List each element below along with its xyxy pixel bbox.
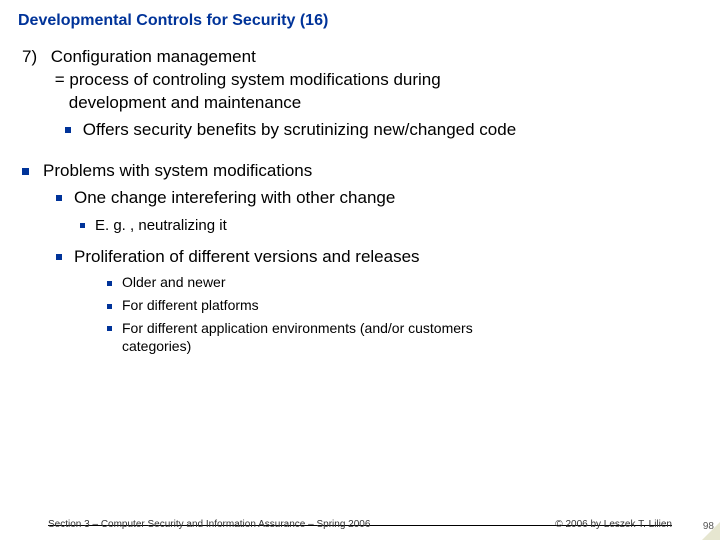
problems-sub2-item3-line1: For different application environments (…: [122, 320, 473, 336]
bullet-icon: [107, 304, 112, 309]
footer: Section 3 – Computer Security and Inform…: [0, 525, 720, 530]
problems-sub2-item3-line2: categories): [107, 337, 698, 356]
problems-sub1-text: One change interefering with other chang…: [74, 188, 395, 207]
footer-right-text: © 2006 by Leszek T. Lilien: [555, 519, 672, 530]
item-def-line2: development and maintenance: [51, 93, 302, 112]
problems-sub2-item2: For different platforms: [22, 296, 698, 315]
footer-left-text: Section 3 – Computer Security and Inform…: [48, 519, 370, 530]
bullet-icon: [107, 281, 112, 286]
bullet-icon: [56, 254, 62, 260]
bullet-icon: [65, 127, 71, 133]
problems-sub1-eg-text: E. g. , neutralizing it: [95, 217, 227, 234]
bullet-icon: [107, 326, 112, 331]
item7-bullet: Offers security benefits by scrutinizing…: [51, 119, 691, 142]
problems-heading-row: Problems with system modifications: [22, 160, 698, 183]
problems-sub1-eg: E. g. , neutralizing it: [22, 216, 698, 236]
item-body: Configuration management = process of co…: [51, 46, 691, 142]
bullet-icon: [22, 168, 29, 175]
problems-heading: Problems with system modifications: [43, 161, 312, 180]
problems-block: Problems with system modifications One c…: [22, 160, 698, 357]
bullet-icon: [80, 223, 85, 228]
slide-content: 7) Configuration management = process of…: [0, 30, 720, 356]
problems-sub2: Proliferation of different versions and …: [22, 246, 698, 269]
item-def-line1: = process of controling system modificat…: [51, 70, 441, 89]
item-heading: Configuration management: [51, 47, 256, 66]
bullet-icon: [56, 195, 62, 201]
item-7: 7) Configuration management = process of…: [22, 46, 698, 142]
problems-sub1: One change interefering with other chang…: [22, 187, 698, 210]
problems-sub2-item3: For different application environments (…: [22, 319, 698, 357]
bullet-text: Offers security benefits by scrutinizing…: [83, 120, 516, 139]
problems-sub2-item1: Older and newer: [22, 273, 698, 292]
slide-title: Developmental Controls for Security (16): [0, 0, 720, 30]
item-number: 7): [22, 46, 46, 69]
problems-sub2-item1-text: Older and newer: [122, 274, 226, 290]
problems-sub2-item2-text: For different platforms: [122, 297, 259, 313]
problems-sub2-text: Proliferation of different versions and …: [74, 247, 420, 266]
page-curl-icon: [702, 522, 720, 540]
